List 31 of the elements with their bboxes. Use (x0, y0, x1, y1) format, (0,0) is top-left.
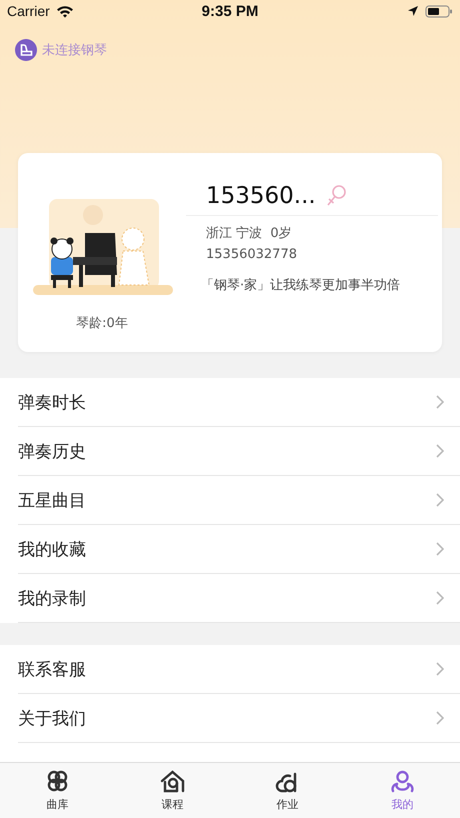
chevron-icon (436, 493, 444, 507)
piano-age-label: 琴龄:0年 (76, 315, 128, 332)
user-name: 153560... (206, 183, 316, 209)
menu-row[interactable]: 弹奏历史 (18, 427, 460, 476)
carrier-label: Carrier (7, 3, 50, 19)
menu-row[interactable]: 联系客服 (18, 645, 460, 694)
battery-icon (424, 4, 453, 18)
tab-button[interactable]: 曲库 (0, 763, 115, 818)
chevron-icon (436, 542, 444, 556)
location-arrow-icon (406, 5, 419, 17)
chevron-icon (436, 591, 444, 605)
tab-button[interactable]: 我的 (345, 763, 460, 818)
slogan-text: 「钢琴·家」让我练琴更加事半功倍 (201, 277, 402, 294)
chevron-icon (436, 662, 444, 676)
person-icon (389, 769, 416, 795)
location-age-label: 浙江 宁波 0岁 (206, 225, 293, 242)
wifi-icon (56, 4, 74, 18)
chevron-icon (436, 711, 444, 725)
menu-row[interactable]: 我的录制 (18, 574, 460, 623)
menu-row[interactable]: 弹奏时长 (18, 378, 460, 427)
chevron-icon (436, 395, 444, 409)
piano-icon (15, 39, 37, 61)
menu-row[interactable]: 关于我们 (18, 694, 460, 743)
menu-row[interactable]: 五星曲目 (18, 476, 460, 525)
tab-button[interactable]: 作业 (230, 763, 345, 818)
chevron-icon (436, 444, 444, 458)
phone-number: 15356032778 (206, 247, 298, 262)
menu-row[interactable]: 我的收藏 (18, 525, 460, 574)
house-icon (159, 769, 186, 795)
clock-time: 9:35 PM (202, 2, 258, 20)
tab-button[interactable]: 课程 (115, 763, 230, 818)
